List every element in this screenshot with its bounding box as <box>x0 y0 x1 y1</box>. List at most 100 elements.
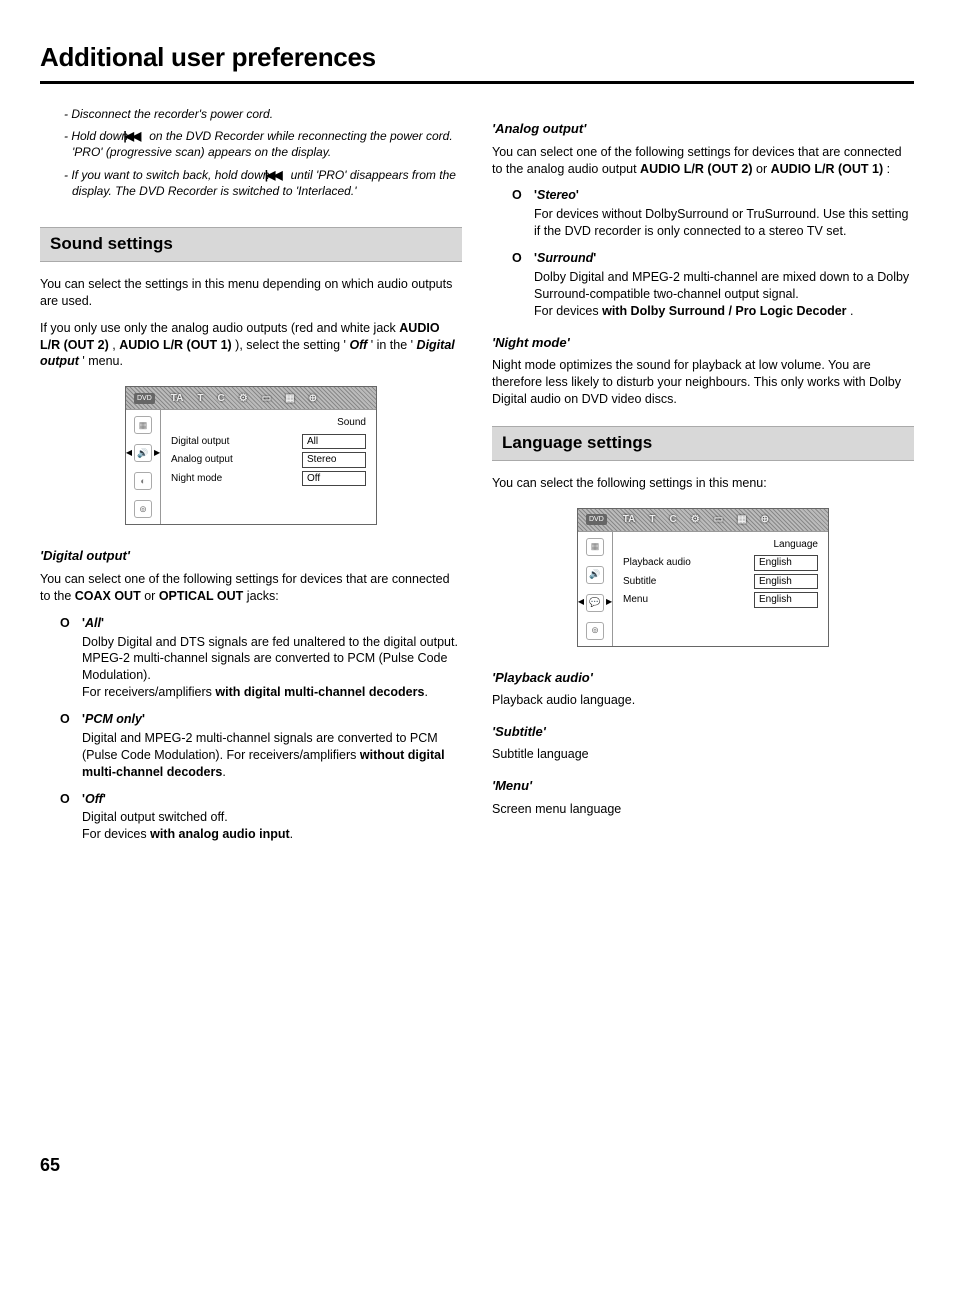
option-desc-post: . <box>222 765 225 779</box>
sound-menu-screenshot: DVD TA T C ⚙ ▭ ▦ ⊕ ▦ ◀ 🔊 ▶ ◐ ⊚ <box>125 386 377 525</box>
menu-tab-icon: ⊕ <box>761 513 769 527</box>
intro-step-3: - If you want to switch back, hold down … <box>64 167 462 199</box>
menu-header-label: Language <box>623 538 818 552</box>
menu-row-value: English <box>754 574 818 590</box>
menu-topbar: DVD TA T C ⚙ ▭ ▦ ⊕ <box>578 509 828 531</box>
digital-output-options: O All Dolby Digital and DTS signals are … <box>60 615 462 844</box>
menu-row: Menu English <box>623 592 818 608</box>
menu-tab-icon: ⚙ <box>691 513 700 527</box>
intro-step-1: - Disconnect the recorder's power cord. <box>64 106 462 122</box>
option-name: Off <box>82 792 106 806</box>
intro-step-3-pre: - If you want to switch back, hold down <box>64 168 273 182</box>
option-name: Stereo <box>534 188 579 202</box>
option-bullet-icon: O <box>512 187 522 204</box>
option-name: Surround <box>534 251 596 265</box>
right-column: Analog output You can select one of the … <box>492 106 914 853</box>
menu-sidebar: ▦ ◀ 🔊 ▶ ◐ ⊚ <box>126 410 161 524</box>
speaker-icon: 🔊 <box>134 444 152 462</box>
digital-output-intro: You can select one of the following sett… <box>40 571 462 605</box>
playback-audio-desc: Playback audio language. <box>492 692 914 709</box>
option-desc-bold: with digital multi-channel decoders <box>215 685 424 699</box>
dvd-logo-icon: DVD <box>586 514 607 525</box>
menu-tab: TA <box>171 392 184 406</box>
intro-step-2: - Hold down |◀◀ on the DVD Recorder whil… <box>64 128 462 160</box>
menu-row-label: Playback audio <box>623 556 746 570</box>
option-desc-bold: with analog audio input <box>150 827 290 841</box>
menu-row-label: Menu <box>623 593 746 607</box>
side-icon: ◐ <box>134 472 152 490</box>
menu-row-label: Analog output <box>171 453 294 467</box>
menu-tab-icon: ▦ <box>285 392 294 406</box>
menu-tab: TA <box>623 513 636 527</box>
option-bullet-icon: O <box>60 615 70 632</box>
side-icon: ▦ <box>134 416 152 434</box>
menu-tab-icon: ⚙ <box>239 392 248 406</box>
menu-row-value: Stereo <box>302 452 366 468</box>
menu-row-value: All <box>302 434 366 450</box>
ao-intro-post: : <box>887 162 890 176</box>
arrow-right-icon: ▶ <box>154 448 160 459</box>
menu-tab: C <box>669 513 676 527</box>
intro-steps: - Disconnect the recorder's power cord. … <box>64 106 462 199</box>
option-desc-post: . <box>290 827 293 841</box>
menu-row-label: Digital output <box>171 435 294 449</box>
subtitle-head: Subtitle <box>492 723 914 741</box>
speech-icon: 💬 <box>586 594 604 612</box>
do-intro-post: jacks: <box>247 589 279 603</box>
menu-tab: T <box>197 392 203 406</box>
option-desc-post: . <box>424 685 427 699</box>
side-icon: ⊚ <box>586 622 604 640</box>
analog-output-head: Analog output <box>492 120 914 138</box>
menu-row-value: English <box>754 555 818 571</box>
sound-settings-heading: Sound settings <box>40 227 462 262</box>
menu-sidebar: ▦ 🔊 ◀ 💬 ▶ ⊚ <box>578 532 613 646</box>
digital-output-head: Digital output <box>40 547 462 565</box>
option-bullet-icon: O <box>60 711 70 728</box>
option-bullet-icon: O <box>60 791 70 808</box>
option-stereo: O Stereo For devices without DolbySurrou… <box>512 187 914 240</box>
page-title: Additional user preferences <box>40 40 914 75</box>
sound-para-2-post: ' menu. <box>82 354 123 368</box>
option-surround: O Surround Dolby Digital and MPEG-2 mult… <box>512 250 914 320</box>
option-desc-post: . <box>847 304 854 318</box>
subtitle-desc: Subtitle language <box>492 746 914 763</box>
option-desc-for: For receivers/amplifiers <box>82 685 215 699</box>
menu-row: Analog output Stereo <box>171 452 366 468</box>
left-column: - Disconnect the recorder's power cord. … <box>40 106 462 853</box>
option-desc-pre: Digital output switched off. <box>82 810 228 824</box>
playback-audio-head: Playback audio <box>492 669 914 687</box>
sound-para-1: You can select the settings in this menu… <box>40 276 462 310</box>
rewind-icon: |◀◀ <box>131 128 145 144</box>
option-desc: Digital and MPEG-2 multi-channel signals… <box>82 730 462 781</box>
option-bullet-icon: O <box>512 250 522 267</box>
page-number: 65 <box>40 1153 914 1177</box>
menu-tab-icon: ▭ <box>714 513 723 527</box>
option-desc-pre: Dolby Digital and MPEG-2 multi-channel a… <box>534 270 909 301</box>
option-desc: For devices without DolbySurround or Tru… <box>534 206 914 240</box>
menu-tab-icon: ⊕ <box>309 392 317 406</box>
option-desc-for: For devices <box>534 304 602 318</box>
menu-row-label: Subtitle <box>623 575 746 589</box>
arrow-left-icon: ◀ <box>126 448 132 459</box>
menu-row: Playback audio English <box>623 555 818 571</box>
intro-step-2-pre: - Hold down <box>64 129 131 143</box>
option-desc-pre: Dolby Digital and DTS signals are fed un… <box>82 635 458 683</box>
speaker-icon: 🔊 <box>586 566 604 584</box>
sound-para-2-b3: Off <box>349 338 367 352</box>
menu-tab-icon: ▭ <box>262 392 271 406</box>
side-icon: ▦ <box>586 538 604 556</box>
language-menu-screenshot: DVD TA T C ⚙ ▭ ▦ ⊕ ▦ 🔊 ◀ 💬 ▶ ⊚ <box>577 508 829 647</box>
menu-row-label: Night mode <box>171 472 294 486</box>
side-icon: ⊚ <box>134 500 152 518</box>
menu-row: Night mode Off <box>171 471 366 487</box>
menu-row-value: Off <box>302 471 366 487</box>
option-desc-for: For devices <box>82 827 150 841</box>
analog-output-options: O Stereo For devices without DolbySurrou… <box>512 187 914 319</box>
arrow-right-icon: ▶ <box>606 597 612 608</box>
menu-lang-desc: Screen menu language <box>492 801 914 818</box>
option-desc: Dolby Digital and MPEG-2 multi-channel a… <box>534 269 914 320</box>
option-name: PCM only <box>82 712 145 726</box>
rewind-icon: |◀◀ <box>273 167 287 183</box>
option-desc: Digital output switched off. For devices… <box>82 809 462 843</box>
do-intro-b1: COAX OUT <box>75 589 141 603</box>
